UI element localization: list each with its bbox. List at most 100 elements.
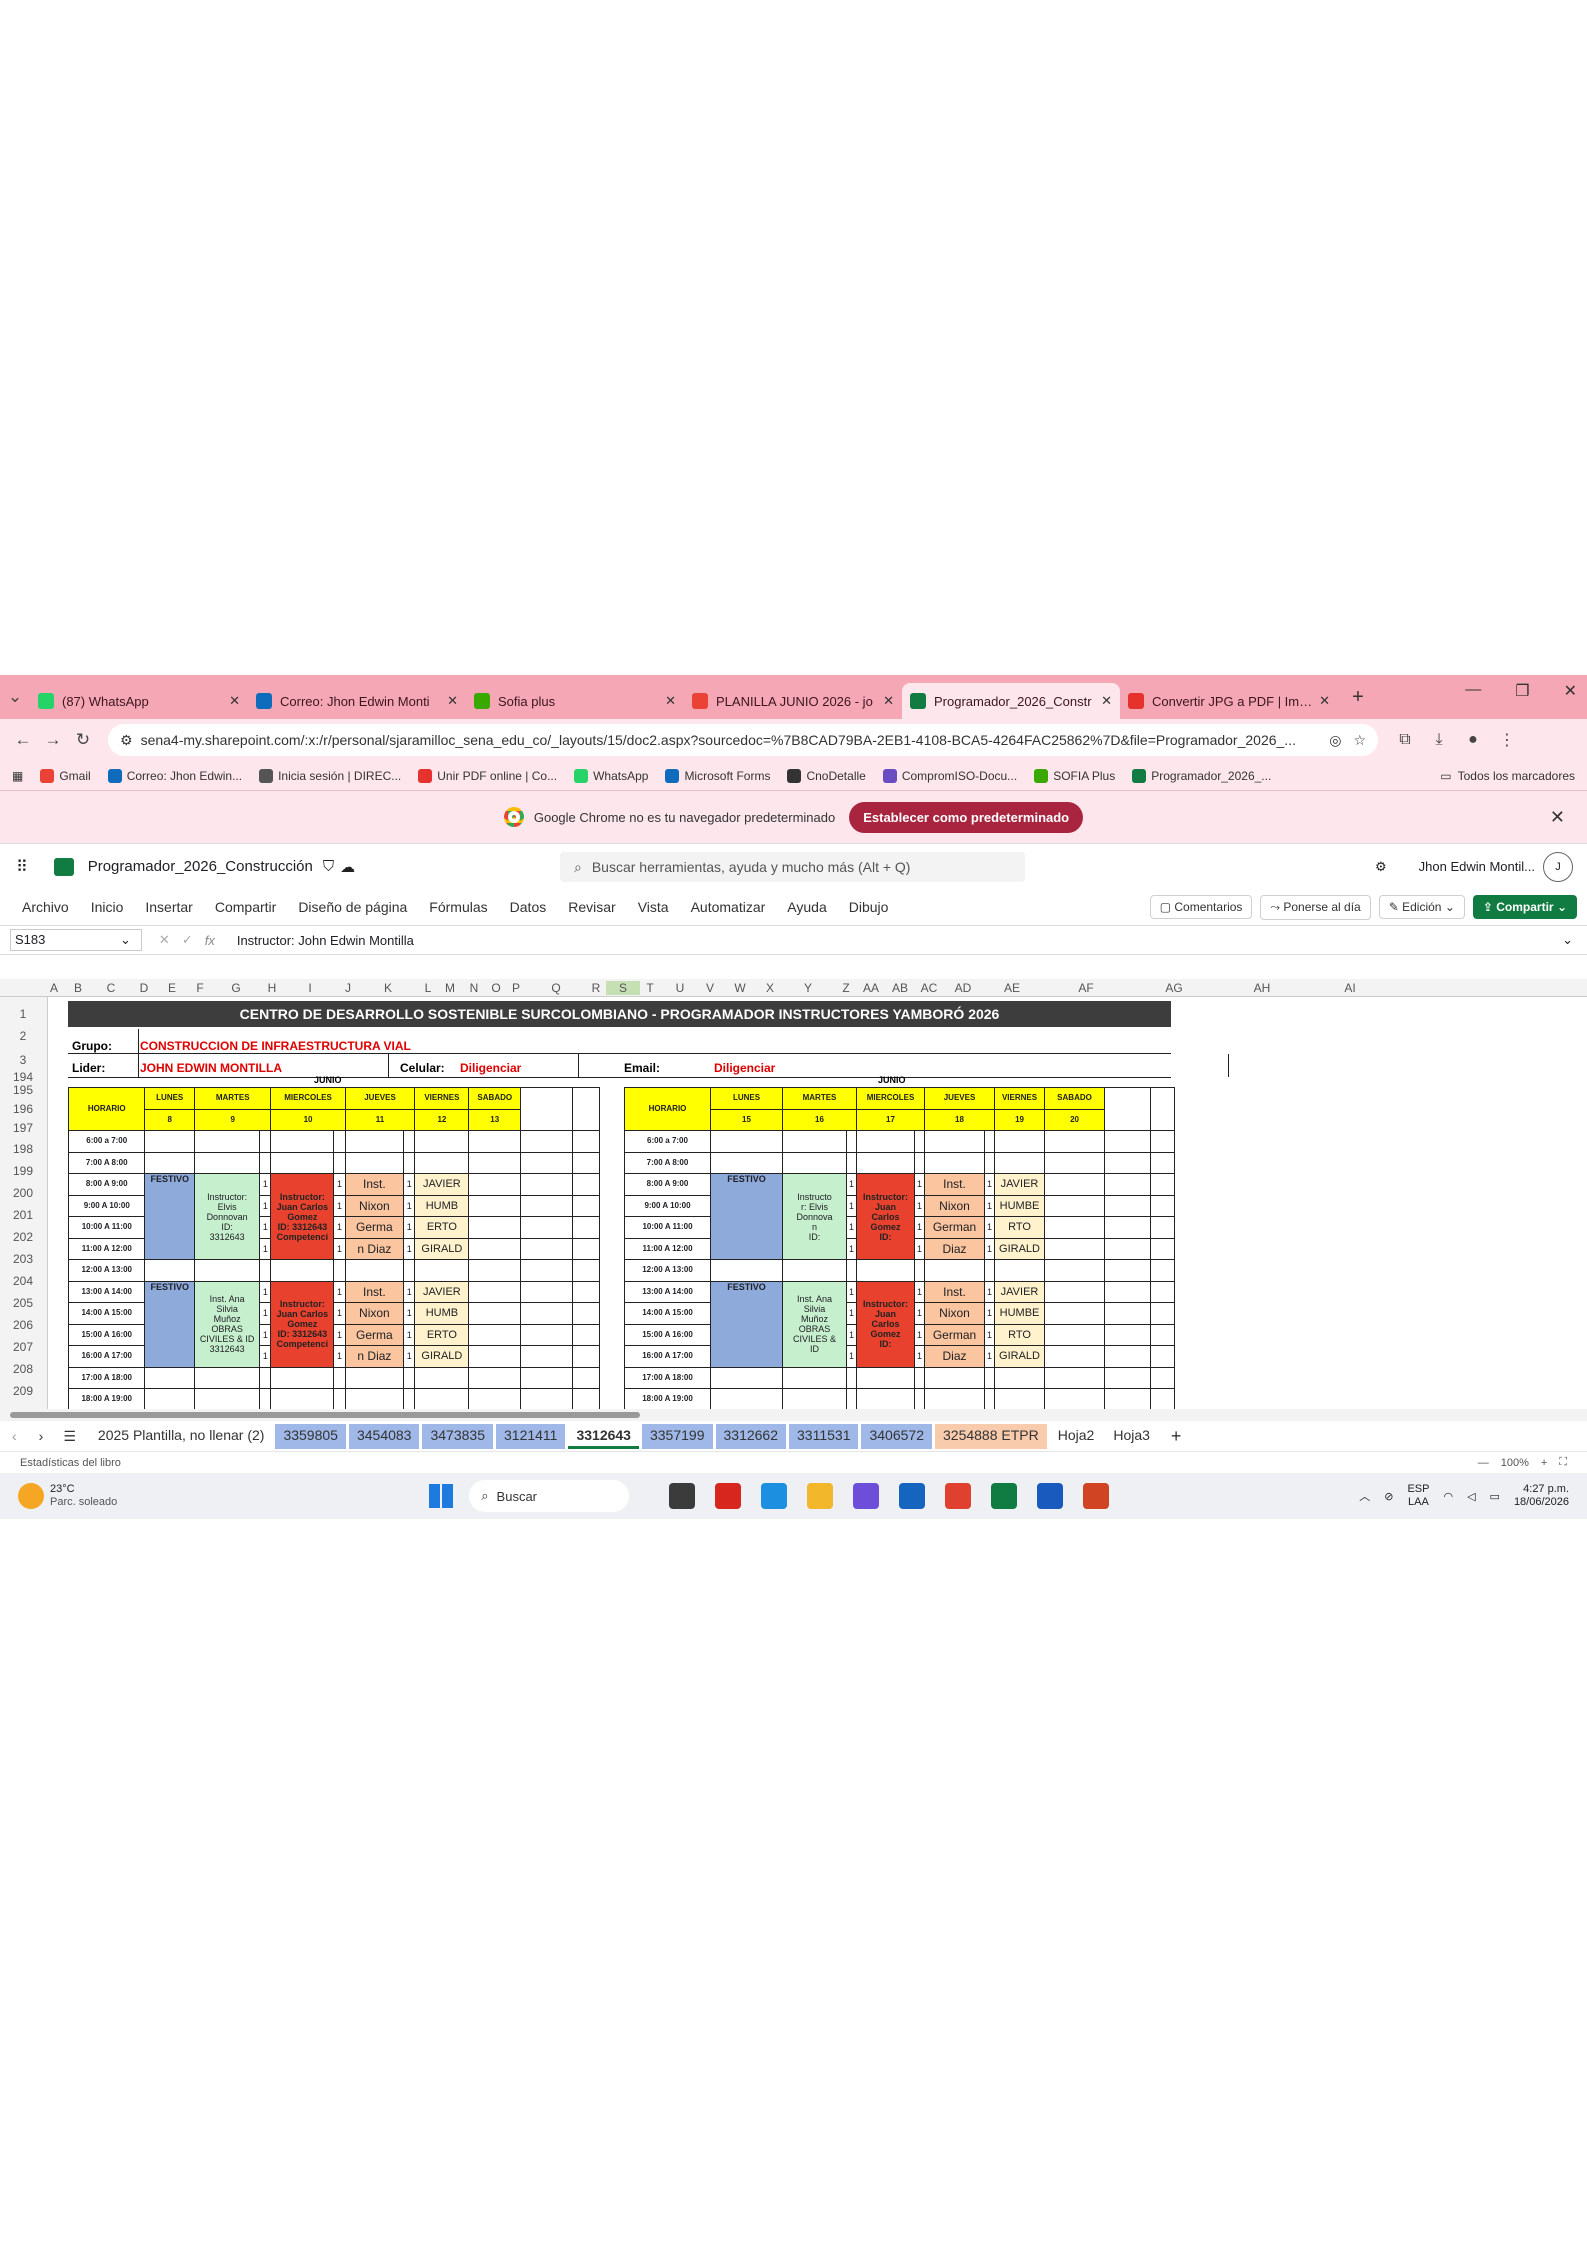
- empty-cell[interactable]: [344, 1388, 405, 1409]
- sabado-cell[interactable]: [468, 1216, 522, 1239]
- hour-count[interactable]: 1: [403, 1173, 416, 1196]
- hour-count[interactable]: 1: [846, 1237, 857, 1260]
- empty-cell[interactable]: [520, 1345, 573, 1368]
- date-header[interactable]: 13: [468, 1108, 522, 1131]
- day-header[interactable]: JUEVES: [344, 1087, 416, 1110]
- festivo-cell[interactable]: FESTIVO: [144, 1280, 195, 1368]
- sabado-cell[interactable]: [468, 1345, 522, 1368]
- jueves-instructor-cell[interactable]: Germa: [344, 1323, 405, 1346]
- festivo-cell[interactable]: FESTIVO: [144, 1173, 195, 1260]
- tab-close-icon[interactable]: ✕: [1101, 693, 1112, 709]
- all-bookmarks[interactable]: ▭ Todos los marcadores: [1440, 769, 1575, 783]
- jueves-instructor-cell[interactable]: Diaz: [924, 1345, 985, 1368]
- word-icon[interactable]: [1037, 1483, 1064, 1509]
- empty-cell[interactable]: [571, 1345, 601, 1368]
- row-header[interactable]: 209: [0, 1384, 46, 1398]
- hour-label[interactable]: 12:00 A 13:00: [624, 1259, 711, 1282]
- formula-input[interactable]: Instructor: John Edwin Montilla: [237, 933, 1562, 948]
- bookmark-star-icon[interactable]: ☆: [1353, 732, 1366, 749]
- empty-cell[interactable]: [846, 1366, 857, 1389]
- miercoles-instructor-cell[interactable]: Instructor: Juan Carlos Gomez ID:: [856, 1280, 915, 1368]
- festivo-cell[interactable]: FESTIVO: [710, 1280, 783, 1368]
- empty-cell[interactable]: [571, 1087, 601, 1131]
- row-header[interactable]: 197: [0, 1121, 46, 1135]
- sheet-tab[interactable]: 3406572: [861, 1423, 932, 1449]
- column-header[interactable]: AD: [944, 981, 982, 995]
- viernes-instructor-cell[interactable]: JAVIER: [414, 1280, 470, 1303]
- empty-cell[interactable]: [414, 1130, 470, 1153]
- empty-cell[interactable]: [914, 1366, 925, 1389]
- empty-cell[interactable]: [468, 1366, 522, 1389]
- bookmark-item[interactable]: Gmail: [40, 768, 91, 783]
- date-header[interactable]: 11: [344, 1108, 416, 1131]
- hour-label[interactable]: 13:00 A 14:00: [67, 1280, 146, 1303]
- column-header[interactable]: D: [134, 981, 154, 995]
- column-header[interactable]: M: [438, 981, 462, 995]
- hour-count[interactable]: 1: [403, 1216, 416, 1239]
- sabado-cell[interactable]: [1044, 1216, 1106, 1239]
- prev-sheet-icon[interactable]: ‹: [12, 1428, 17, 1444]
- empty-cell[interactable]: [520, 1237, 573, 1260]
- column-header[interactable]: R: [586, 981, 606, 995]
- column-header[interactable]: AA: [856, 981, 886, 995]
- tab-close-icon[interactable]: ✕: [447, 693, 458, 709]
- empty-cell[interactable]: [914, 1130, 925, 1153]
- empty-cell[interactable]: [846, 1388, 857, 1409]
- day-header[interactable]: MARTES: [193, 1087, 272, 1110]
- empty-cell[interactable]: [846, 1151, 857, 1174]
- empty-cell[interactable]: [520, 1216, 573, 1239]
- empty-cell[interactable]: [344, 1130, 405, 1153]
- sabado-cell[interactable]: [1044, 1237, 1106, 1260]
- empty-cell[interactable]: [468, 1259, 522, 1282]
- hour-label[interactable]: 15:00 A 16:00: [624, 1323, 711, 1346]
- viernes-instructor-cell[interactable]: JAVIER: [414, 1173, 470, 1196]
- empty-cell[interactable]: [710, 1366, 783, 1389]
- empty-cell[interactable]: [1150, 1388, 1176, 1409]
- empty-cell[interactable]: [1104, 1237, 1152, 1260]
- empty-cell[interactable]: [856, 1259, 915, 1282]
- day-header[interactable]: LUNES: [710, 1087, 783, 1110]
- hour-label[interactable]: 9:00 A 10:00: [624, 1194, 711, 1217]
- empty-cell[interactable]: [333, 1388, 346, 1409]
- jueves-instructor-cell[interactable]: Germa: [344, 1216, 405, 1239]
- empty-cell[interactable]: [1150, 1259, 1176, 1282]
- viernes-instructor-cell[interactable]: HUMB: [414, 1302, 470, 1325]
- bookmark-item[interactable]: CnoDetalle: [787, 768, 866, 783]
- volume-icon[interactable]: ◁: [1467, 1490, 1475, 1503]
- hour-count[interactable]: 1: [846, 1302, 857, 1325]
- empty-cell[interactable]: [144, 1388, 195, 1409]
- empty-cell[interactable]: [1044, 1151, 1106, 1174]
- sheet-tab[interactable]: 3254888 ETPR: [935, 1423, 1047, 1449]
- jueves-instructor-cell[interactable]: Diaz: [924, 1237, 985, 1260]
- new-tab-button[interactable]: +: [1344, 686, 1372, 709]
- viernes-instructor-cell[interactable]: HUMB: [414, 1194, 470, 1217]
- ribbon-tab[interactable]: Vista: [638, 899, 669, 915]
- extensions-icon[interactable]: ⧉: [1388, 731, 1422, 749]
- browser-tab[interactable]: Sofia plus ✕: [466, 683, 684, 719]
- column-header[interactable]: AF: [1042, 981, 1130, 995]
- empty-cell[interactable]: [403, 1151, 416, 1174]
- empty-cell[interactable]: [520, 1087, 573, 1131]
- column-header[interactable]: N: [462, 981, 486, 995]
- empty-cell[interactable]: [1150, 1194, 1176, 1217]
- wifi-icon[interactable]: ◠: [1443, 1490, 1453, 1503]
- empty-cell[interactable]: [1150, 1366, 1176, 1389]
- date-header[interactable]: 17: [856, 1108, 925, 1131]
- hour-label[interactable]: 12:00 A 13:00: [67, 1259, 146, 1282]
- hour-count[interactable]: 1: [259, 1216, 272, 1239]
- empty-cell[interactable]: [782, 1130, 847, 1153]
- empty-cell[interactable]: [856, 1388, 915, 1409]
- martes-instructor-cell[interactable]: Instructor: Elvis Donnovan ID: 3312643: [193, 1173, 261, 1260]
- hour-count[interactable]: 1: [914, 1194, 925, 1217]
- empty-cell[interactable]: [571, 1323, 601, 1346]
- hour-label[interactable]: 15:00 A 16:00: [67, 1323, 146, 1346]
- hour-label[interactable]: 11:00 A 12:00: [67, 1237, 146, 1260]
- excel-icon[interactable]: [991, 1483, 1018, 1509]
- empty-cell[interactable]: [983, 1366, 996, 1389]
- user-name[interactable]: Jhon Edwin Montil...: [1419, 859, 1535, 874]
- empty-cell[interactable]: [403, 1366, 416, 1389]
- browser-tab[interactable]: PLANILLA JUNIO 2026 - jo ✕: [684, 683, 902, 719]
- empty-cell[interactable]: [924, 1151, 985, 1174]
- empty-cell[interactable]: [333, 1151, 346, 1174]
- hour-count[interactable]: 1: [259, 1280, 272, 1303]
